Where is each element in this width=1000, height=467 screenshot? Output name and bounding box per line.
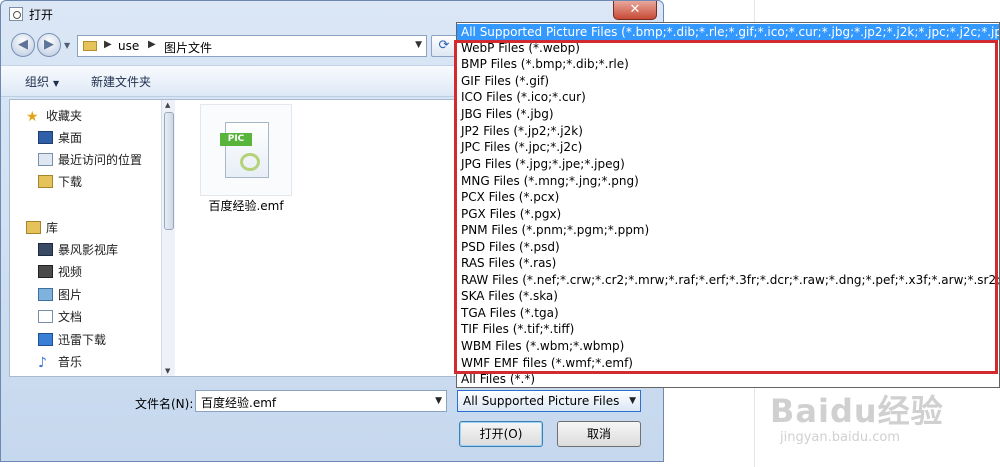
filetype-option[interactable]: PCX Files (*.pcx) — [457, 189, 999, 205]
pictures-icon — [38, 288, 53, 301]
arrow-right-icon: ▶ — [44, 37, 54, 52]
app-icon — [9, 7, 23, 21]
file-item[interactable]: PIC — [200, 104, 292, 196]
open-button[interactable]: 打开(O) — [459, 421, 543, 447]
refresh-button[interactable]: ⟳ — [431, 35, 457, 57]
new-folder-button[interactable]: 新建文件夹 — [91, 73, 151, 90]
filetype-option[interactable]: All Supported Picture Files (*.bmp;*.dib… — [457, 24, 999, 40]
desktop-icon — [38, 131, 53, 144]
filetype-option[interactable]: JBG Files (*.jbg) — [457, 106, 999, 122]
chevron-right-icon[interactable]: ▶ — [148, 39, 156, 50]
sidebar-item-recent[interactable]: 最近访问的位置 — [38, 150, 142, 170]
sidebar-item-music[interactable]: ♪ 音乐 — [38, 352, 82, 372]
sidebar-item-label: 文档 — [58, 310, 83, 324]
music-icon: ♪ — [38, 355, 47, 371]
chevron-down-icon[interactable]: ▼ — [629, 396, 636, 406]
filetype-option[interactable]: GIF Files (*.gif) — [457, 73, 999, 89]
swirl-graphic — [240, 153, 260, 171]
window-title: 打开 — [29, 8, 54, 22]
filetype-option[interactable]: JPC Files (*.jpc;*.j2c) — [457, 139, 999, 155]
filetype-option[interactable]: MNG Files (*.mng;*.jng;*.png) — [457, 173, 999, 189]
sidebar-item-thunder[interactable]: 迅雷下载 — [38, 330, 106, 350]
filetype-option[interactable]: WebP Files (*.webp) — [457, 40, 999, 56]
filetype-option[interactable]: RAS Files (*.ras) — [457, 255, 999, 271]
sidebar-item-downloads[interactable]: 下载 — [38, 172, 82, 192]
filename-label: 文件名(N): — [135, 397, 194, 411]
chevron-down-icon[interactable]: ▼ — [415, 40, 422, 50]
sidebar-item-documents[interactable]: 文档 — [38, 307, 82, 327]
chevron-right-icon[interactable]: ▶ — [104, 39, 112, 50]
sidebar-item-film-library[interactable]: 暴风影视库 — [38, 240, 118, 260]
filetype-selected-value: All Supported Picture Files (* — [463, 394, 623, 408]
videos-icon — [38, 265, 53, 278]
organize-label: 组织 — [25, 75, 50, 89]
sidebar-header-favorites[interactable]: ★ 收藏夹 — [26, 106, 82, 126]
downloads-icon — [38, 175, 53, 188]
file-name-label[interactable]: 百度经验.emf — [186, 197, 306, 214]
breadcrumb-segment[interactable]: 图片文件 — [164, 39, 212, 56]
library-icon — [26, 221, 41, 234]
sidebar-item-label: 音乐 — [58, 355, 83, 369]
back-button[interactable]: ◀ — [11, 33, 35, 57]
breadcrumb-segment[interactable]: use — [118, 39, 139, 53]
star-icon: ★ — [26, 109, 39, 125]
filetype-option[interactable]: PGX Files (*.pgx) — [457, 206, 999, 222]
folder-icon — [83, 41, 97, 51]
filetype-option[interactable]: PSD Files (*.psd) — [457, 239, 999, 255]
sidebar-item-label: 最近访问的位置 — [58, 153, 143, 167]
filetype-option[interactable]: RAW Files (*.nef;*.crw;*.cr2;*.mrw;*.raf… — [457, 272, 999, 288]
chevron-down-icon: ▼ — [53, 79, 60, 88]
sidebar-item-label: 暴风影视库 — [58, 243, 119, 257]
sidebar-header-libraries[interactable]: 库 — [26, 218, 58, 238]
filetype-select[interactable]: All Supported Picture Files (* ▼ — [457, 390, 641, 412]
filetype-option[interactable]: SKA Files (*.ska) — [457, 288, 999, 304]
scroll-down-icon[interactable]: ▼ — [165, 367, 170, 375]
navigation-pane: ★ 收藏夹 桌面 最近访问的位置 下载 库 暴风影视库 视频 图片 文档 迅雷下载… — [10, 100, 175, 376]
recent-places-icon — [38, 153, 53, 166]
refresh-icon: ⟳ — [438, 38, 450, 53]
sidebar-item-desktop[interactable]: 桌面 — [38, 128, 82, 148]
filetype-option[interactable]: TGA Files (*.tga) — [457, 305, 999, 321]
close-icon: ✕ — [629, 2, 641, 17]
filetype-option[interactable]: JP2 Files (*.jp2;*.j2k) — [457, 123, 999, 139]
sidebar-header-label: 库 — [46, 221, 59, 235]
filetype-option[interactable]: All Files (*.*) — [457, 371, 999, 387]
sidebar-item-label: 视频 — [58, 265, 83, 279]
sidebar-item-label: 迅雷下载 — [58, 333, 107, 347]
filetype-option[interactable]: BMP Files (*.bmp;*.dib;*.rle) — [457, 56, 999, 72]
sidebar-item-label: 桌面 — [58, 131, 83, 145]
forward-button[interactable]: ▶ — [37, 33, 61, 57]
filetype-dropdown-list: All Supported Picture Files (*.bmp;*.dib… — [456, 22, 1000, 388]
chevron-down-icon[interactable]: ▼ — [435, 396, 442, 406]
sidebar-item-pictures[interactable]: 图片 — [38, 285, 82, 305]
filetype-option[interactable]: WBM Files (*.wbm;*.wbmp) — [457, 338, 999, 354]
address-bar[interactable]: ▶ use ▶ 图片文件 ▼ — [77, 35, 427, 57]
close-button[interactable]: ✕ — [613, 1, 657, 20]
recent-locations-dropdown[interactable]: ▼ — [64, 41, 70, 50]
organize-menu[interactable]: 组织 ▼ — [25, 73, 59, 90]
filetype-option[interactable]: PNM Files (*.pnm;*.pgm;*.ppm) — [457, 222, 999, 238]
scrollbar-thumb[interactable] — [164, 112, 174, 230]
filetype-option[interactable]: WMF EMF files (*.wmf;*.emf) — [457, 355, 999, 371]
sidebar-item-videos[interactable]: 视频 — [38, 262, 82, 282]
film-library-icon — [38, 243, 53, 256]
arrow-left-icon: ◀ — [18, 37, 28, 52]
sidebar-item-label: 图片 — [58, 288, 83, 302]
file-type-badge: PIC — [220, 133, 252, 146]
sidebar-scrollbar[interactable]: ▲ ▼ — [161, 100, 175, 376]
scroll-up-icon[interactable]: ▲ — [165, 101, 170, 109]
cancel-button[interactable]: 取消 — [557, 421, 641, 447]
thunder-download-icon — [38, 333, 53, 346]
filetype-option[interactable]: TIF Files (*.tif;*.tiff) — [457, 321, 999, 337]
picture-file-icon: PIC — [220, 122, 269, 178]
documents-icon — [38, 310, 53, 323]
filename-input-value[interactable]: 百度经验.emf — [201, 394, 276, 411]
filetype-option[interactable]: ICO Files (*.ico;*.cur) — [457, 89, 999, 105]
sidebar-header-label: 收藏夹 — [46, 109, 83, 123]
filetype-option[interactable]: JPG Files (*.jpg;*.jpe;*.jpeg) — [457, 156, 999, 172]
sidebar-item-label: 下载 — [58, 175, 83, 189]
filename-combobox[interactable]: 百度经验.emf ▼ — [195, 390, 447, 412]
